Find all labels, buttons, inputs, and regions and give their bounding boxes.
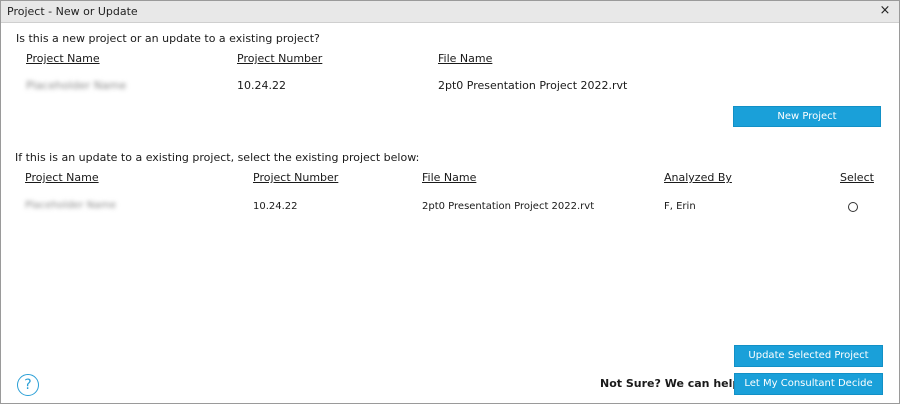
let-my-consultant-decide-button[interactable]: Let My Consultant Decide xyxy=(734,373,883,395)
row-analyzed-by: F, Erin xyxy=(664,201,696,212)
update-project-question: If this is an update to a existing proje… xyxy=(15,151,420,164)
title-bar: Project - New or Update × xyxy=(1,1,899,23)
current-project-number: 10.24.22 xyxy=(237,79,286,92)
row-select-radio[interactable] xyxy=(848,202,858,212)
current-project-name: Placeholder Name xyxy=(26,79,127,92)
header-project-number: Project Number xyxy=(253,171,339,184)
new-project-button[interactable]: New Project xyxy=(733,106,881,127)
window-title: Project - New or Update xyxy=(7,5,138,18)
project-dialog: Project - New or Update × Is this a new … xyxy=(0,0,900,404)
row-project-number: 10.24.22 xyxy=(253,201,298,212)
help-text: Not Sure? We can help: xyxy=(600,377,745,390)
row-file-name: 2pt0 Presentation Project 2022.rvt xyxy=(422,201,595,212)
close-icon[interactable]: × xyxy=(877,3,893,19)
new-project-question: Is this a new project or an update to a … xyxy=(16,32,320,45)
current-file-name: 2pt0 Presentation Project 2022.rvt xyxy=(438,79,628,92)
header-project-number: Project Number xyxy=(237,52,323,65)
header-file-name: File Name xyxy=(438,52,493,65)
header-project-name: Project Name xyxy=(26,52,100,65)
header-project-name: Project Name xyxy=(25,171,99,184)
header-file-name: File Name xyxy=(422,171,477,184)
update-selected-project-button[interactable]: Update Selected Project xyxy=(734,345,883,367)
header-select: Select xyxy=(840,171,874,184)
help-icon[interactable]: ? xyxy=(17,374,39,396)
header-analyzed-by: Analyzed By xyxy=(664,171,732,184)
row-project-name: Placeholder Name xyxy=(25,200,117,211)
